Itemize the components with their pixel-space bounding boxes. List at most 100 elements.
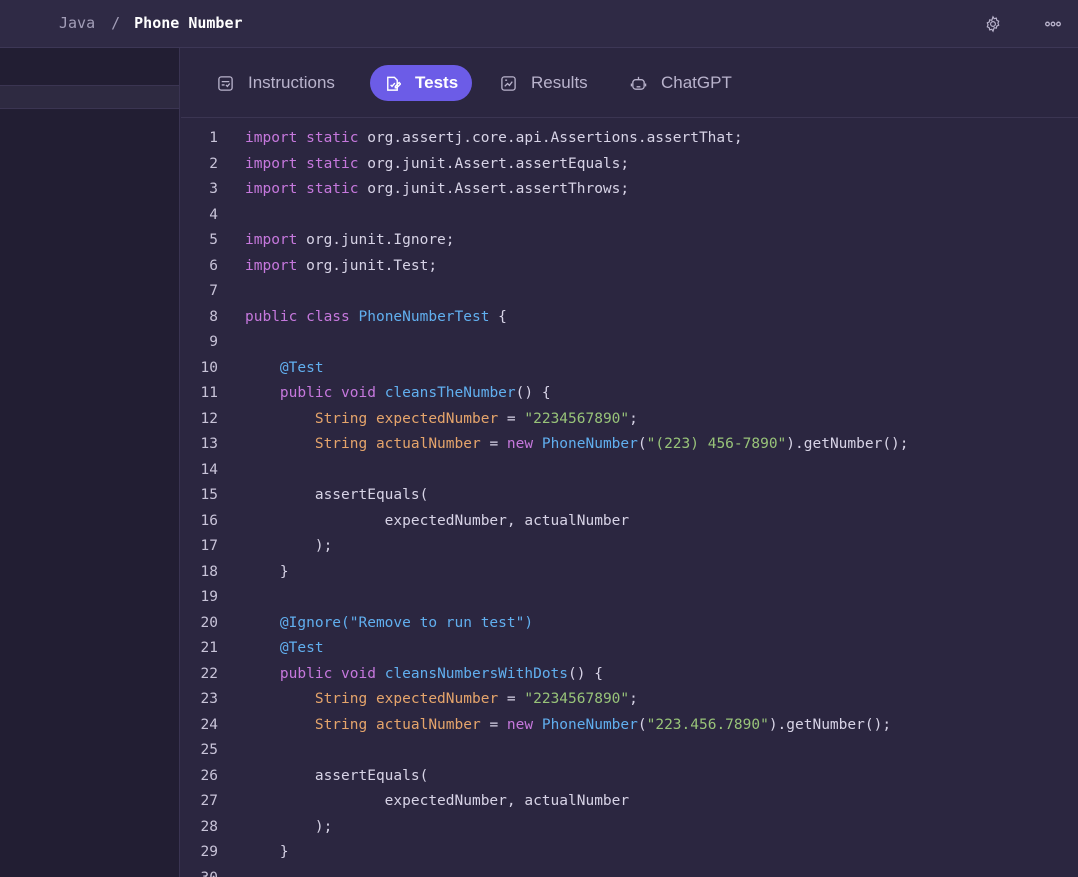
code-token: cleansNumbersWithDots (384, 665, 569, 682)
code-token: PhoneNumberTest (358, 308, 490, 325)
line-code: import org.junit.Test; (245, 254, 437, 280)
code-token: PhoneNumber (541, 716, 638, 733)
line-code: public void cleansTheNumber() { (245, 381, 551, 407)
gear-icon[interactable] (984, 15, 1002, 33)
code-token: "(223) 456-7890" (646, 436, 787, 452)
code-token: ); (245, 818, 333, 835)
code-token: @Test (279, 640, 324, 656)
code-token: () { (515, 385, 551, 401)
code-token: new (506, 716, 542, 733)
line-code: import static org.junit.Assert.assertEqu… (245, 152, 629, 178)
line-code: @Test (245, 356, 324, 382)
code-token: "2234567890" (524, 410, 630, 427)
line-number: 29 (200, 844, 218, 860)
breadcrumb: Java / Phone Number (59, 14, 243, 32)
line-code: expectedNumber, actualNumber (245, 789, 629, 815)
line-number: 3 (209, 181, 218, 197)
line-code: import org.junit.Ignore; (245, 228, 455, 254)
line-code: expectedNumber, actualNumber (245, 509, 629, 535)
line-code: ); (245, 534, 332, 560)
instructions-icon (218, 75, 233, 91)
code-token: public void (279, 665, 385, 682)
line-number: 1 (209, 130, 218, 146)
line-code: import static org.assertj.core.api.Asser… (245, 126, 743, 152)
code-token: cleansTheNumber (384, 385, 516, 401)
line-code: String expectedNumber = "2234567890"; (245, 687, 638, 713)
line-code: import static org.junit.Assert.assertThr… (245, 177, 629, 203)
line-number: 25 (200, 742, 218, 758)
line-code: ); (245, 815, 332, 841)
code-token: String expectedNumber (314, 410, 499, 427)
tab-chatgpt[interactable]: ChatGPT (616, 65, 746, 101)
code-token: = (480, 716, 507, 733)
code-token: } (245, 563, 289, 580)
code-token: import static (245, 155, 368, 172)
more-icon[interactable] (1044, 15, 1062, 33)
breadcrumb-separator: / (111, 14, 121, 32)
code-token: "2234567890" (524, 691, 630, 707)
line-number: 2 (209, 155, 218, 172)
code-token: } (245, 844, 289, 860)
code-token: import static (245, 181, 368, 197)
tab-results-label: Results (531, 73, 588, 92)
tab-instructions[interactable]: Instructions (203, 65, 349, 101)
line-number: 8 (209, 308, 218, 325)
code-token: org.junit.Ignore; (306, 232, 455, 248)
line-code: String actualNumber = new PhoneNumber("(… (245, 432, 909, 458)
code-token: ).getNumber(); (768, 716, 892, 733)
line-number: 15 (200, 487, 218, 503)
line-code: assertEquals( (245, 483, 429, 509)
code-token: import (245, 232, 307, 248)
line-number: 5 (209, 232, 218, 248)
code-token: ; (629, 691, 638, 707)
tab-chatgpt-label: ChatGPT (661, 73, 732, 92)
line-number: 28 (200, 818, 218, 835)
code-token: "223.456.7890" (646, 716, 769, 733)
code-token: { (489, 308, 507, 325)
tab-tests[interactable]: Tests (370, 65, 473, 101)
breadcrumb-exercise-title: Phone Number (134, 14, 243, 32)
results-icon (501, 75, 516, 91)
code-token: String actualNumber (314, 436, 481, 452)
line-code: assertEquals( (245, 764, 429, 790)
line-number: 14 (200, 461, 218, 478)
line-number: 27 (200, 793, 218, 809)
code-token: new (506, 436, 542, 452)
code-token: import (245, 257, 307, 274)
line-number: 13 (200, 436, 218, 452)
line-number: 4 (209, 206, 218, 223)
code-token: org.junit.Assert.assertThrows; (367, 181, 630, 197)
code-token: public void (279, 385, 385, 401)
line-number: 6 (209, 257, 218, 274)
line-code: public class PhoneNumberTest { (245, 305, 507, 331)
code-token: public class (245, 308, 359, 325)
code-token: PhoneNumber (541, 436, 638, 452)
tab-instructions-label: Instructions (248, 73, 335, 92)
breadcrumb-track-link[interactable]: Java (59, 14, 95, 32)
code-token: ); (245, 538, 333, 554)
code-editor[interactable]: 1 import static org.assertj.core.api.Asse… (181, 118, 1078, 877)
line-code: String expectedNumber = "2234567890"; (245, 407, 638, 433)
code-token: String actualNumber (314, 716, 481, 733)
line-number: 30 (181, 866, 218, 877)
sidebar-selected-item[interactable] (0, 85, 179, 109)
line-number: 18 (200, 563, 218, 580)
code-token: ).getNumber(); (786, 436, 909, 452)
line-code: String actualNumber = new PhoneNumber("2… (245, 713, 891, 739)
code-token: @Ignore("Remove to run test") (279, 614, 534, 631)
line-number: 21 (200, 640, 218, 656)
code-token: assertEquals( (245, 487, 429, 503)
tab-results[interactable]: Results (486, 65, 602, 101)
code-token: = (498, 410, 525, 427)
code-token: ( (637, 716, 647, 733)
sidebar (0, 48, 180, 877)
code-token: expectedNumber, actualNumber (245, 793, 630, 809)
tab-bar: Instructions Tests Results ChatGPT (181, 48, 1078, 118)
line-number: 10 (200, 359, 218, 376)
